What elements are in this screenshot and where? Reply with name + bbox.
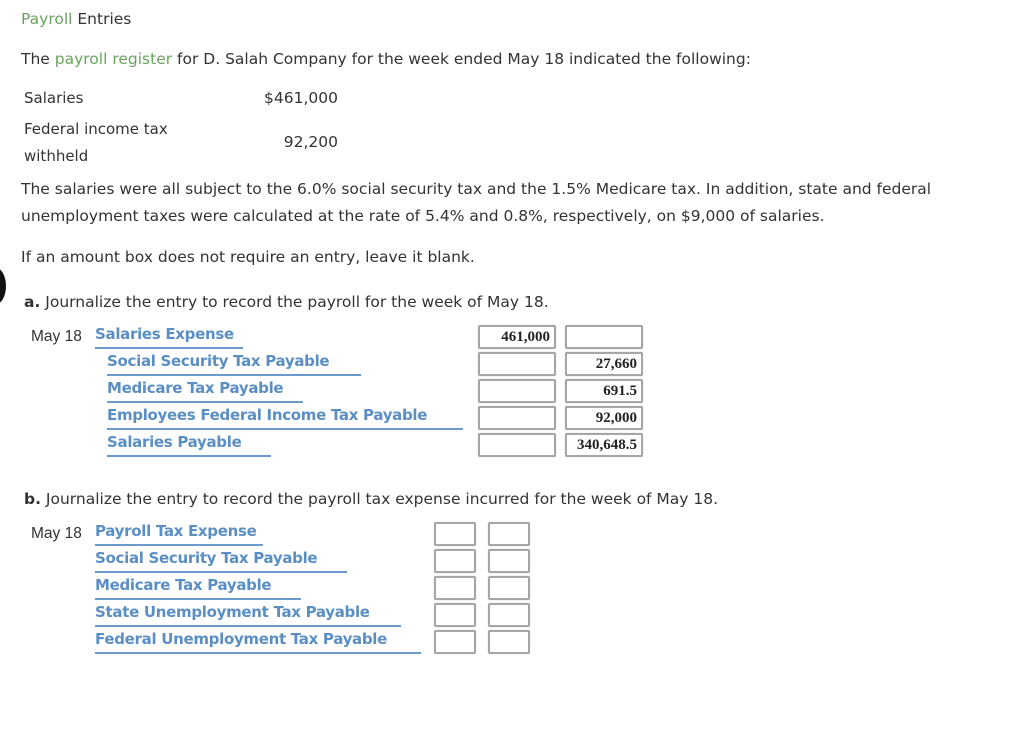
part-a-account-0[interactable]: Salaries Expense xyxy=(95,325,243,349)
part-b-credit-0[interactable] xyxy=(488,522,530,546)
instruction-text: If an amount box does not require an ent… xyxy=(21,248,475,266)
part-a-account-2[interactable]: Medicare Tax Payable xyxy=(107,379,303,403)
part-b-account-0[interactable]: Payroll Tax Expense xyxy=(95,522,263,546)
page-title: Payroll Entries xyxy=(21,10,131,28)
part-a-debit-2[interactable] xyxy=(478,379,556,403)
part-b-letter: b. xyxy=(24,490,41,508)
part-b-account-3[interactable]: State Unemployment Tax Payable xyxy=(95,603,401,627)
intro-suffix: for D. Salah Company for the week ended … xyxy=(172,50,751,68)
payroll-register-link[interactable]: payroll register xyxy=(55,50,172,68)
part-b-account-4[interactable]: Federal Unemployment Tax Payable xyxy=(95,630,421,654)
register-fit-label-line2: withheld xyxy=(24,147,89,165)
part-a-debit-0[interactable]: 461,000 xyxy=(478,325,556,349)
part-a-account-4[interactable]: Salaries Payable xyxy=(107,433,271,457)
part-a-prompt-text: Journalize the entry to record the payro… xyxy=(40,293,549,311)
register-salaries-value: $461,000 xyxy=(264,89,338,107)
part-a-credit-2[interactable]: 691.5 xyxy=(565,379,643,403)
part-a-credit-1[interactable]: 27,660 xyxy=(565,352,643,376)
part-b-debit-3[interactable] xyxy=(434,603,476,627)
register-fit-label-line1: Federal income tax xyxy=(24,120,168,138)
part-a-date: May 18 xyxy=(31,328,82,345)
part-b-account-2[interactable]: Medicare Tax Payable xyxy=(95,576,301,600)
tax-rates-paragraph-line2: unemployment taxes were calculated at th… xyxy=(21,207,825,225)
title-rest: Entries xyxy=(72,10,132,28)
part-b-credit-3[interactable] xyxy=(488,603,530,627)
part-b-credit-4[interactable] xyxy=(488,630,530,654)
intro-text: The payroll register for D. Salah Compan… xyxy=(21,50,751,68)
title-link[interactable]: Payroll xyxy=(21,10,72,28)
register-salaries-label: Salaries xyxy=(24,89,84,107)
part-a-credit-4[interactable]: 340,648.5 xyxy=(565,433,643,457)
part-a-debit-4[interactable] xyxy=(478,433,556,457)
part-b-debit-2[interactable] xyxy=(434,576,476,600)
register-fit-value: 92,200 xyxy=(283,133,338,151)
part-a-credit-3[interactable]: 92,000 xyxy=(565,406,643,430)
part-b-prompt: b. Journalize the entry to record the pa… xyxy=(24,490,718,508)
part-a-debit-3[interactable] xyxy=(478,406,556,430)
part-b-debit-1[interactable] xyxy=(434,549,476,573)
intro-prefix: The xyxy=(21,50,55,68)
tax-rates-paragraph-line1: The salaries were all subject to the 6.0… xyxy=(21,180,932,198)
page-edge-marker xyxy=(0,268,6,304)
part-b-prompt-text: Journalize the entry to record the payro… xyxy=(40,490,719,508)
part-a-prompt: a. Journalize the entry to record the pa… xyxy=(24,293,549,311)
part-a-letter: a. xyxy=(24,293,41,311)
part-b-account-1[interactable]: Social Security Tax Payable xyxy=(95,549,347,573)
part-b-date: May 18 xyxy=(31,525,82,542)
part-b-debit-0[interactable] xyxy=(434,522,476,546)
part-b-debit-4[interactable] xyxy=(434,630,476,654)
part-b-credit-2[interactable] xyxy=(488,576,530,600)
part-a-credit-0[interactable] xyxy=(565,325,643,349)
part-a-account-1[interactable]: Social Security Tax Payable xyxy=(107,352,361,376)
part-a-account-3[interactable]: Employees Federal Income Tax Payable xyxy=(107,406,463,430)
part-b-credit-1[interactable] xyxy=(488,549,530,573)
part-a-debit-1[interactable] xyxy=(478,352,556,376)
